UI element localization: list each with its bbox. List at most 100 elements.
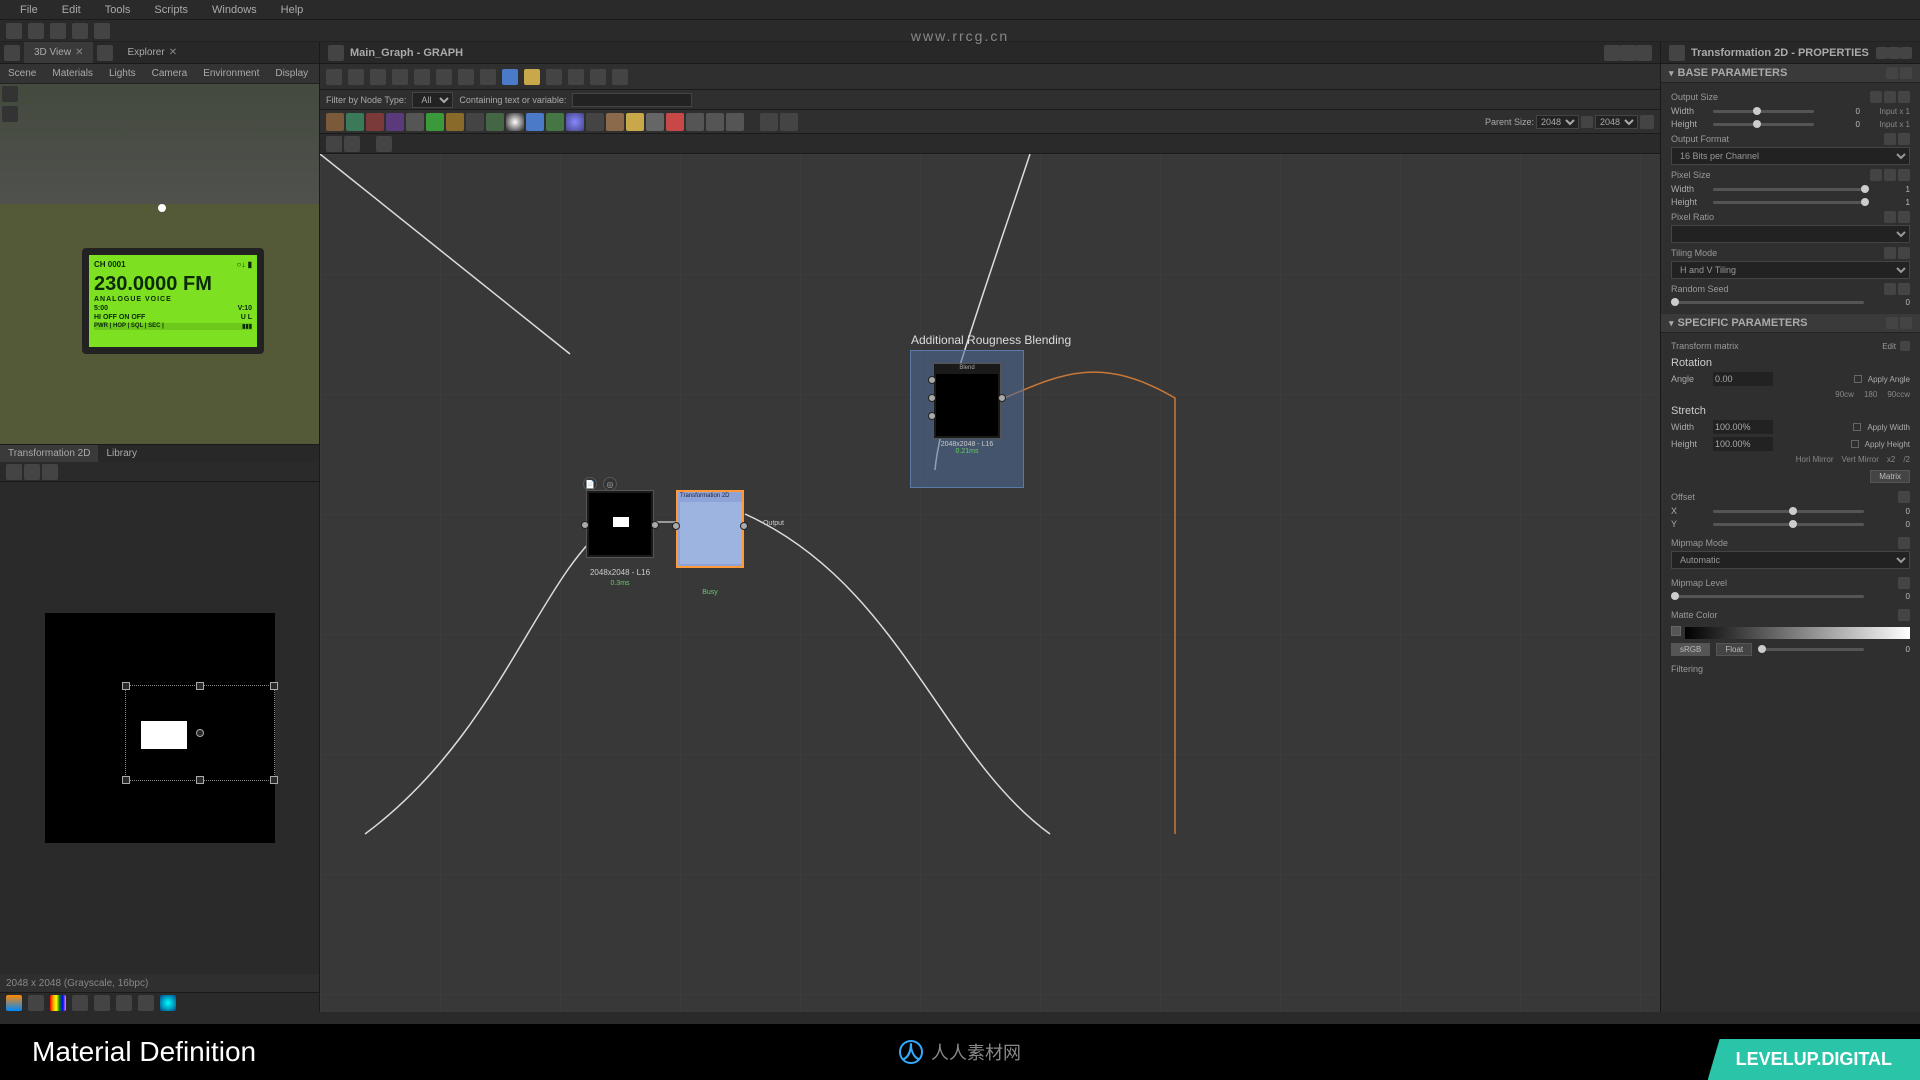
- frame-roughness[interactable]: Additional Rougness Blending Blend 2048x…: [910, 350, 1024, 488]
- node-text[interactable]: [366, 113, 384, 131]
- tab-explorer[interactable]: Explorer ✕: [117, 42, 187, 63]
- expose-icon[interactable]: [1898, 609, 1910, 621]
- link-icon[interactable]: [1870, 169, 1882, 181]
- open-icon[interactable]: [28, 23, 44, 39]
- node-warp[interactable]: [546, 113, 564, 131]
- node-n3[interactable]: [626, 113, 644, 131]
- slider-seed[interactable]: [1671, 301, 1864, 304]
- histogram-icon[interactable]: [138, 995, 154, 1011]
- float-button[interactable]: Float: [1716, 643, 1752, 656]
- reset-icon[interactable]: [1884, 91, 1896, 103]
- matte-swatch[interactable]: [1685, 627, 1910, 639]
- node-source[interactable]: 📄 ◎ 2048x2048 - L16 0.3ms: [586, 490, 654, 558]
- section-base[interactable]: BASE PARAMETERS: [1661, 64, 1920, 83]
- port-in3[interactable]: [928, 412, 936, 420]
- port-in[interactable]: [928, 376, 936, 384]
- btn-180[interactable]: 180: [1864, 390, 1877, 399]
- node-out3[interactable]: [726, 113, 744, 131]
- zoom-icon[interactable]: [414, 69, 430, 85]
- menu-scripts[interactable]: Scripts: [142, 4, 200, 16]
- link-size-icon[interactable]: [1581, 116, 1593, 128]
- camera-icon[interactable]: [2, 86, 18, 102]
- target-icon[interactable]: [612, 69, 628, 85]
- sphere-icon[interactable]: [160, 995, 176, 1011]
- close-icon[interactable]: ✕: [169, 47, 177, 58]
- subtab-display[interactable]: Display: [267, 64, 316, 83]
- port-out[interactable]: [998, 394, 1006, 402]
- expose-icon[interactable]: [1898, 283, 1910, 295]
- menu-edit[interactable]: Edit: [50, 4, 93, 16]
- save2-icon[interactable]: [24, 464, 40, 480]
- align-icon[interactable]: [326, 136, 342, 152]
- reset-icon[interactable]: [1884, 211, 1896, 223]
- menu-help[interactable]: Help: [269, 4, 316, 16]
- node-gradient[interactable]: [406, 113, 424, 131]
- maximize-icon[interactable]: [1620, 45, 1636, 61]
- close-panel-icon[interactable]: [1636, 45, 1652, 61]
- node-n2[interactable]: [606, 113, 624, 131]
- slider-mipmap[interactable]: [1671, 595, 1864, 598]
- reset-icon[interactable]: [1884, 169, 1896, 181]
- subtab-lights[interactable]: Lights: [101, 64, 144, 83]
- view-icon[interactable]: [4, 45, 20, 61]
- copy-icon[interactable]: [1886, 317, 1898, 329]
- port-out[interactable]: [651, 521, 659, 529]
- node-n1[interactable]: [586, 113, 604, 131]
- reset-icon[interactable]: [1884, 247, 1896, 259]
- input-sh[interactable]: [1713, 437, 1773, 451]
- parent-size-b[interactable]: 2048: [1595, 115, 1638, 129]
- info2-icon[interactable]: [392, 69, 408, 85]
- slider-pw[interactable]: [1713, 188, 1864, 191]
- layers-icon[interactable]: [524, 69, 540, 85]
- port-in[interactable]: [581, 521, 589, 529]
- subtab-environment[interactable]: Environment: [195, 64, 267, 83]
- srgb-button[interactable]: sRGB: [1671, 643, 1710, 656]
- subtab-scene[interactable]: Scene: [0, 64, 44, 83]
- btn-90ccw[interactable]: 90ccw: [1887, 390, 1910, 399]
- select-pixel-ratio[interactable]: [1671, 225, 1910, 243]
- reset-icon[interactable]: [1900, 317, 1912, 329]
- expose-icon[interactable]: [1900, 67, 1912, 79]
- link-icon[interactable]: [1870, 91, 1882, 103]
- expose-icon[interactable]: [1898, 577, 1910, 589]
- info-icon[interactable]: [94, 995, 110, 1011]
- node-tile[interactable]: [486, 113, 504, 131]
- node-frame[interactable]: [646, 113, 664, 131]
- snap-icon[interactable]: [376, 136, 392, 152]
- subtab-camera[interactable]: Camera: [144, 64, 196, 83]
- section-specific[interactable]: SPECIFIC PARAMETERS: [1661, 314, 1920, 333]
- group-icon[interactable]: [480, 69, 496, 85]
- reload-icon[interactable]: [94, 23, 110, 39]
- btn-x2[interactable]: x2: [1887, 455, 1895, 464]
- comment-icon[interactable]: [760, 113, 778, 131]
- input-sw[interactable]: [1713, 420, 1773, 434]
- expose-icon[interactable]: [1898, 211, 1910, 223]
- node-blend[interactable]: [446, 113, 464, 131]
- home-icon[interactable]: [6, 23, 22, 39]
- expose-icon[interactable]: [1898, 169, 1910, 181]
- node-transform2d[interactable]: Transformation 2D Output Busy: [676, 490, 744, 568]
- node-normal[interactable]: [566, 113, 584, 131]
- saveall-icon[interactable]: [72, 23, 88, 39]
- btn-90cw[interactable]: 90cw: [1835, 390, 1854, 399]
- select-output-format[interactable]: 16 Bits per Channel: [1671, 147, 1910, 165]
- tab-3dview[interactable]: 3D View ✕: [24, 42, 93, 63]
- slider-height[interactable]: [1713, 123, 1814, 126]
- input-angle[interactable]: [1713, 372, 1773, 386]
- port-in2[interactable]: [928, 394, 936, 402]
- node-grid[interactable]: [466, 113, 484, 131]
- expose-icon[interactable]: [1898, 537, 1910, 549]
- checkbox-matte[interactable]: [1671, 626, 1681, 636]
- reset-icon[interactable]: [1886, 67, 1898, 79]
- reset-icon[interactable]: [1884, 133, 1896, 145]
- pin-icon[interactable]: [1604, 45, 1620, 61]
- expose-icon[interactable]: [1900, 341, 1910, 351]
- pin-b-icon[interactable]: ◎: [603, 477, 617, 491]
- parent-size-a[interactable]: 2048: [1536, 115, 1579, 129]
- checkbox-apply-angle[interactable]: [1854, 375, 1862, 383]
- tab-transform2d[interactable]: Transformation 2D: [0, 445, 98, 462]
- close-icon[interactable]: [1900, 47, 1912, 59]
- port-out[interactable]: [740, 522, 748, 530]
- subtab-materials[interactable]: Materials: [44, 64, 101, 83]
- select-tiling[interactable]: H and V Tiling: [1671, 261, 1910, 279]
